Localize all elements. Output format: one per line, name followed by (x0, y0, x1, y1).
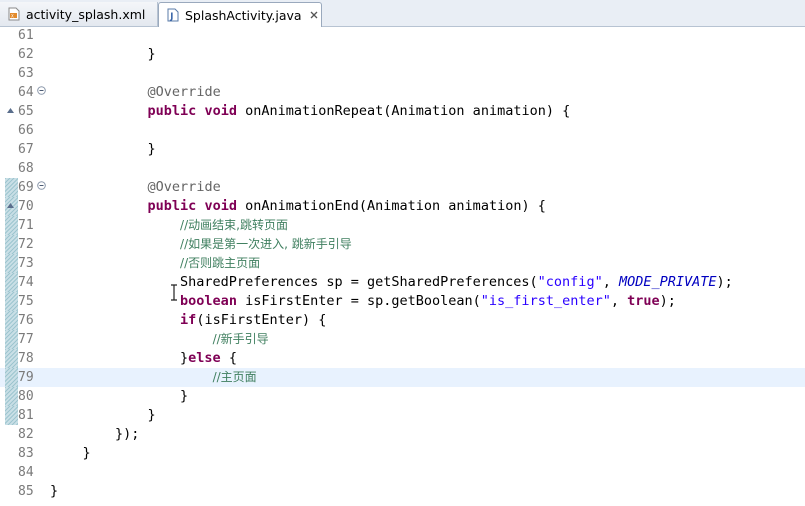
line-number: 63 (18, 66, 34, 81)
collapse-fold-icon[interactable] (37, 181, 46, 190)
code-line[interactable]: 62 } (0, 45, 805, 64)
code-line[interactable]: 64 @Override (0, 83, 805, 102)
line-number: 76 (18, 313, 34, 328)
override-marker-icon[interactable] (6, 107, 15, 115)
code-text[interactable]: } (50, 140, 156, 159)
svg-text:J: J (169, 12, 173, 22)
line-number: 72 (18, 237, 34, 252)
code-line[interactable]: 77 //新手引导 (0, 330, 805, 349)
code-text[interactable]: //主页面 (50, 368, 257, 387)
line-number: 64 (18, 85, 34, 100)
change-marker (5, 349, 18, 368)
code-text[interactable]: //新手引导 (50, 330, 269, 349)
code-text[interactable]: @Override (50, 83, 221, 102)
line-number: 71 (18, 218, 34, 233)
change-marker (5, 273, 18, 292)
code-line[interactable]: 63 (0, 64, 805, 83)
line-number: 67 (18, 142, 34, 157)
change-marker (5, 387, 18, 406)
line-number: 81 (18, 408, 34, 423)
tab-splash-activity-java[interactable]: J SplashActivity.java (158, 2, 322, 27)
line-number: 66 (18, 123, 34, 138)
code-line[interactable]: 76 if(isFirstEnter) { (0, 311, 805, 330)
line-number: 84 (18, 465, 34, 480)
editor-tab-bar: X activity_splash.xml J SplashActivity.j… (0, 0, 805, 27)
change-marker (5, 178, 18, 197)
line-number: 68 (18, 161, 34, 176)
tab-activity-splash-xml[interactable]: X activity_splash.xml (0, 2, 158, 26)
code-editor[interactable]: 61 62 } 63 64 @Override 65 public void onAni… (0, 27, 805, 506)
code-line[interactable]: 84 (0, 463, 805, 482)
line-number: 69 (18, 180, 34, 195)
change-marker (5, 254, 18, 273)
line-number: 82 (18, 427, 34, 442)
line-number: 73 (18, 256, 34, 271)
code-line[interactable]: 71 //动画结束,跳转页面 (0, 216, 805, 235)
tab-label: activity_splash.xml (26, 6, 146, 22)
line-number: 65 (18, 104, 34, 119)
code-text[interactable]: //否则跳主页面 (50, 254, 260, 273)
code-text[interactable]: } (50, 444, 91, 463)
svg-text:X: X (11, 13, 14, 18)
line-number: 79 (18, 370, 34, 385)
code-line[interactable]: 81 } (0, 406, 805, 425)
code-text[interactable]: } (50, 387, 188, 406)
code-text[interactable]: SharedPreferences sp = getSharedPreferen… (50, 273, 733, 292)
code-text[interactable]: } (50, 45, 156, 64)
code-line[interactable]: 83 } (0, 444, 805, 463)
line-number: 85 (18, 484, 34, 499)
code-line[interactable]: 67 } (0, 140, 805, 159)
xml-file-icon: X (8, 7, 20, 21)
code-text[interactable]: if(isFirstEnter) { (50, 311, 326, 330)
code-line[interactable]: 79 //主页面 (0, 368, 805, 387)
java-file-icon: J (167, 8, 179, 22)
code-text[interactable]: boolean isFirstEnter = sp.getBoolean("is… (50, 292, 676, 311)
code-line[interactable]: 78 }else { (0, 349, 805, 368)
override-marker-icon[interactable] (6, 202, 15, 210)
code-line[interactable]: 61 (0, 26, 805, 45)
code-line[interactable]: 75 boolean isFirstEnter = sp.getBoolean(… (0, 292, 805, 311)
code-text[interactable]: }else { (50, 349, 237, 368)
change-marker (5, 330, 18, 349)
close-tab-icon[interactable] (309, 10, 319, 20)
code-line[interactable]: 66 (0, 121, 805, 140)
code-line[interactable]: 74 SharedPreferences sp = getSharedPrefe… (0, 273, 805, 292)
change-marker (5, 406, 18, 425)
tab-label: SplashActivity.java (185, 7, 302, 23)
code-line[interactable]: 65 public void onAnimationRepeat(Animati… (0, 102, 805, 121)
collapse-fold-icon[interactable] (37, 86, 46, 95)
code-text[interactable]: } (50, 406, 156, 425)
line-number: 62 (18, 47, 34, 62)
line-number: 78 (18, 351, 34, 366)
code-line[interactable]: 85} (0, 482, 805, 501)
change-marker (5, 216, 18, 235)
code-line[interactable]: 73 //否则跳主页面 (0, 254, 805, 273)
code-text[interactable]: } (50, 482, 58, 501)
code-line[interactable]: 72 //如果是第一次进入, 跳新手引导 (0, 235, 805, 254)
change-marker (5, 235, 18, 254)
code-text[interactable]: }); (50, 425, 139, 444)
code-text[interactable]: @Override (50, 178, 221, 197)
line-number: 70 (18, 199, 34, 214)
code-line[interactable]: 70 public void onAnimationEnd(Animation … (0, 197, 805, 216)
line-number: 83 (18, 446, 34, 461)
line-number: 77 (18, 332, 34, 347)
line-number: 61 (18, 28, 34, 43)
line-number: 75 (18, 294, 34, 309)
change-marker (5, 292, 18, 311)
text-cursor-icon (171, 284, 177, 301)
code-line[interactable]: 68 (0, 159, 805, 178)
code-text[interactable]: //如果是第一次进入, 跳新手引导 (50, 235, 352, 254)
code-text[interactable]: //动画结束,跳转页面 (50, 216, 288, 235)
code-line[interactable]: 82 }); (0, 425, 805, 444)
code-text[interactable]: public void onAnimationRepeat(Animation … (50, 102, 571, 121)
code-text[interactable]: public void onAnimationEnd(Animation ani… (50, 197, 546, 216)
line-number: 74 (18, 275, 34, 290)
code-line[interactable]: 80 } (0, 387, 805, 406)
code-line[interactable]: 69 @Override (0, 178, 805, 197)
change-marker (5, 311, 18, 330)
line-number: 80 (18, 389, 34, 404)
change-marker (5, 368, 18, 387)
